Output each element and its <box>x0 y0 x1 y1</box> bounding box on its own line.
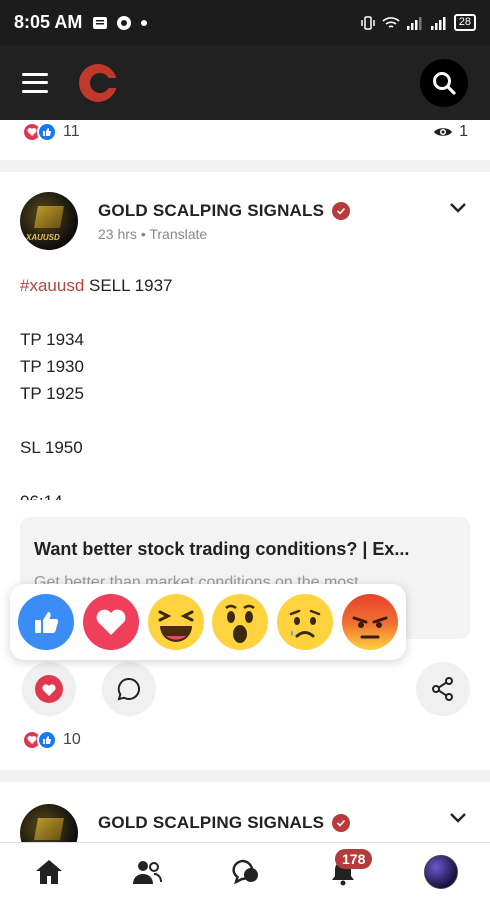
friends-icon <box>133 860 162 884</box>
hashtag-link[interactable]: #xauusd <box>20 276 84 295</box>
next-author-avatar[interactable] <box>20 804 78 842</box>
post-line-sl: SL 1950 <box>20 438 83 457</box>
like-reaction-icon <box>37 730 57 750</box>
menu-icon[interactable] <box>22 72 48 93</box>
post-meta: 23 hrs • Translate <box>98 226 350 242</box>
post-line-1: SELL 1937 <box>84 276 173 295</box>
share-icon <box>432 677 453 701</box>
haha-reaction-button[interactable] <box>147 594 204 650</box>
reaction-count: 10 <box>63 731 81 748</box>
next-author-name[interactable]: GOLD SCALPING SIGNALS <box>98 813 324 833</box>
dot-icon <box>141 19 148 26</box>
love-reaction-button[interactable] <box>82 594 139 650</box>
next-post-header: GOLD SCALPING SIGNALS <box>20 804 351 842</box>
post-header: XAUUSD GOLD SCALPING SIGNALS 23 hrs • Tr… <box>20 192 351 250</box>
share-button[interactable] <box>416 662 470 716</box>
post-options-chevron-icon[interactable] <box>448 200 468 214</box>
verified-badge-icon <box>332 814 351 832</box>
signal-icon <box>406 16 422 30</box>
verified-badge-icon <box>332 202 351 220</box>
meta-separator: • <box>140 226 146 242</box>
previous-post-reactions[interactable]: 11 1 <box>0 122 490 142</box>
home-icon <box>36 859 62 884</box>
post-text: #xauusd SELL 1937 TP 1934 TP 1930 TP 192… <box>20 272 460 500</box>
reaction-picker <box>10 584 406 660</box>
post-line-time: 06:14 <box>20 488 460 500</box>
status-right-icons: 28 <box>360 14 476 31</box>
nav-messages[interactable] <box>196 843 294 900</box>
app-logo[interactable] <box>78 61 118 105</box>
translate-link[interactable]: Translate <box>149 226 207 242</box>
post-actions <box>20 662 470 716</box>
signal-icon-2 <box>430 16 446 30</box>
sad-face-icon <box>289 609 321 638</box>
status-bar: 8:05 AM 28 <box>0 0 490 45</box>
nav-profile[interactable] <box>392 843 490 900</box>
chrome-icon <box>117 15 132 30</box>
eye-icon <box>434 128 453 136</box>
react-button[interactable] <box>22 662 76 716</box>
nav-home[interactable] <box>0 843 98 900</box>
post-line-tp1: TP 1934 <box>20 330 84 349</box>
battery-indicator: 28 <box>453 14 476 31</box>
next-post-card: GOLD SCALPING SIGNALS <box>0 782 490 842</box>
message-icon <box>93 16 108 29</box>
post-card: XAUUSD GOLD SCALPING SIGNALS 23 hrs • Tr… <box>0 172 490 770</box>
author-name[interactable]: GOLD SCALPING SIGNALS <box>98 201 324 221</box>
angry-reaction-button[interactable] <box>341 594 398 650</box>
previous-post-footer: 11 1 <box>0 120 490 160</box>
comment-icon <box>117 677 140 701</box>
avatar-label: XAUUSD <box>26 233 60 242</box>
heart-icon <box>96 609 126 635</box>
link-title: Want better stock trading conditions? | … <box>34 539 410 559</box>
wow-reaction-button[interactable] <box>212 594 269 650</box>
post-line-tp2: TP 1930 <box>20 357 84 376</box>
post-reactions-summary[interactable]: 10 <box>22 730 81 750</box>
surprised-face-icon <box>225 604 256 643</box>
comment-button[interactable] <box>102 662 156 716</box>
laughing-face-icon <box>158 610 194 642</box>
post-time: 23 hrs <box>98 226 137 242</box>
status-notification-icons <box>92 15 148 31</box>
heart-icon <box>35 675 63 703</box>
sad-reaction-button[interactable] <box>276 594 333 650</box>
search-button[interactable] <box>420 58 468 107</box>
post-line-tp3: TP 1925 <box>20 384 84 403</box>
notification-badge: 178 <box>335 848 373 869</box>
thumbs-up-icon <box>35 612 59 633</box>
like-reaction-button[interactable] <box>18 594 75 650</box>
bottom-nav: 178 <box>0 842 490 900</box>
reaction-count: 11 <box>63 123 80 140</box>
nav-notifications[interactable]: 178 <box>294 843 392 900</box>
reaction-icons <box>22 730 57 750</box>
profile-avatar <box>424 854 458 889</box>
status-time: 8:05 AM <box>14 12 83 32</box>
like-reaction-icon <box>37 122 57 142</box>
view-count-group: 1 <box>433 123 468 141</box>
messages-icon <box>232 859 258 884</box>
wifi-icon <box>382 16 400 28</box>
search-icon <box>433 71 456 95</box>
app-bar <box>0 45 490 120</box>
author-avatar[interactable]: XAUUSD <box>20 192 78 250</box>
view-count: 1 <box>459 123 468 140</box>
reaction-icons <box>22 122 57 142</box>
next-post-options-chevron-icon[interactable] <box>448 810 468 824</box>
angry-face-icon <box>352 616 388 639</box>
vibrate-icon <box>361 15 375 30</box>
nav-friends[interactable] <box>98 843 196 900</box>
